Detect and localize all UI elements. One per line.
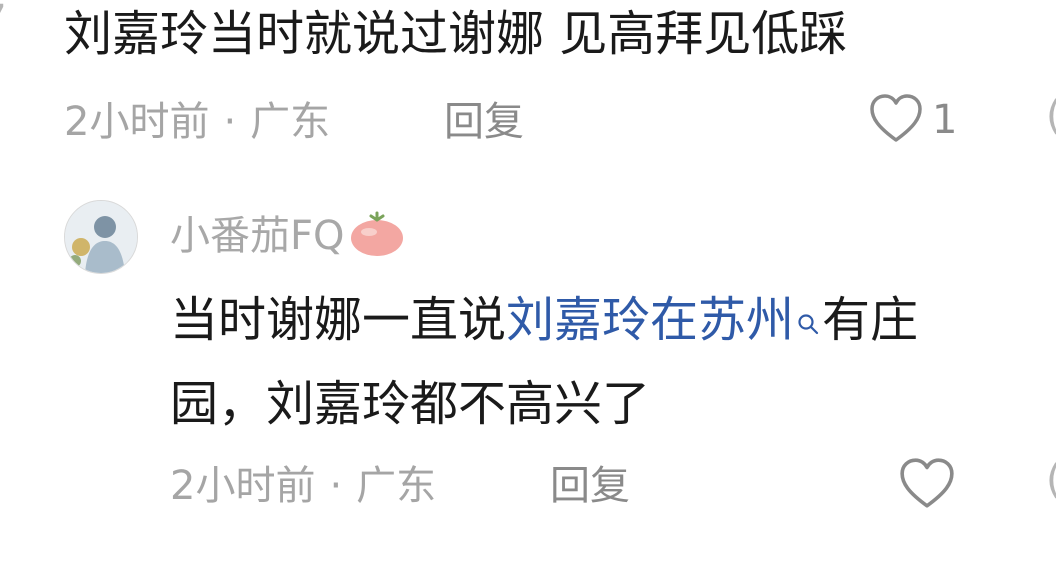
comment-1-like-count: 1: [932, 97, 958, 143]
edge-fragment-right-top: (: [1046, 96, 1056, 136]
comment-2-username[interactable]: 小番茄FQ: [170, 216, 345, 256]
comment-1-reply-button[interactable]: 回复: [444, 102, 524, 142]
comment-2-reply-button[interactable]: 回复: [550, 466, 630, 506]
comment-1-time: 2小时前: [64, 99, 210, 145]
comment-2-user-row: 小番茄FQ: [170, 210, 407, 262]
heart-icon: [868, 92, 924, 148]
edge-fragment-right-bottom: (: [1046, 460, 1056, 500]
comment-2-location: 广东: [356, 463, 437, 509]
comment-2-search-link[interactable]: 刘嘉玲在苏州: [506, 296, 794, 344]
avatar[interactable]: [64, 200, 138, 274]
comment-2-time: 2小时前: [170, 463, 316, 509]
comment-2-text-before: 当时谢娜一直说: [170, 292, 507, 348]
comment-1-like-button[interactable]: 1: [868, 92, 957, 148]
heart-icon: [898, 456, 956, 514]
comment-2-text-line-1: 当时谢娜一直说 刘嘉玲在苏州 有庄: [170, 296, 918, 344]
comment-1-text: 刘嘉玲当时就说过谢娜 见高拜见低踩: [64, 6, 848, 62]
comment-2-text-line-2: 园，刘嘉玲都不高兴了: [170, 376, 651, 432]
comment-2-meta: 2小时前 · 广东: [170, 466, 436, 506]
tomato-icon: [347, 210, 407, 262]
comment-2-text-after: 有庄: [822, 292, 919, 348]
search-icon[interactable]: [796, 296, 820, 344]
comment-2-like-button[interactable]: [898, 456, 956, 514]
edge-fragment-left: ʼ: [0, 0, 7, 43]
comment-2-separator: ·: [329, 463, 343, 509]
comment-1-location: 广东: [250, 99, 331, 145]
comment-1-separator: ·: [223, 99, 237, 145]
comment-1-meta: 2小时前 · 广东: [64, 102, 330, 142]
